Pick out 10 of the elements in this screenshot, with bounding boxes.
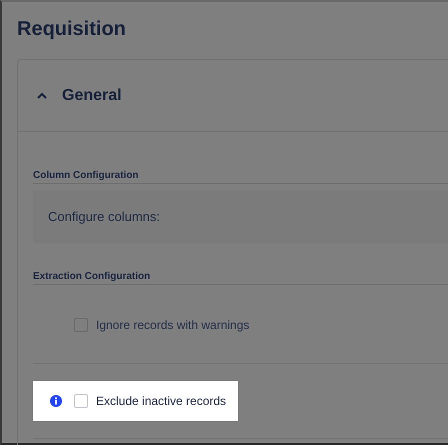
page-title: Requisition <box>17 17 127 41</box>
section-heading: Extraction Configuration <box>33 271 448 285</box>
info-icon[interactable] <box>50 395 62 407</box>
panel-title: General <box>62 86 122 104</box>
section-heading: Column Configuration <box>33 170 448 184</box>
configure-label: Configure columns: <box>48 209 160 224</box>
option-label: Exclude inactive records <box>96 394 226 408</box>
chevron-icon[interactable] <box>36 92 48 100</box>
panel-header[interactable]: General <box>18 60 448 132</box>
option-label: Ignore records with warnings <box>96 318 250 332</box>
